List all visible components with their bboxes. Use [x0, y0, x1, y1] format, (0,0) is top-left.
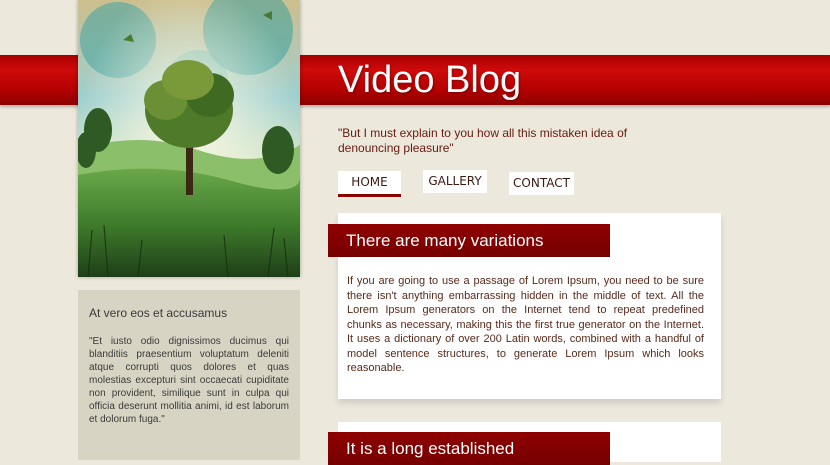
sidebar-box: At vero eos et accusamus "Et iusto odio …	[78, 290, 300, 460]
nav-home[interactable]: HOME	[338, 171, 401, 197]
nav-contact[interactable]: CONTACT	[509, 172, 574, 195]
sidebar-text: "Et iusto odio dignissimos ducimus qui b…	[89, 336, 289, 425]
post-title[interactable]: There are many variations	[328, 224, 610, 257]
tree-landscape-illustration	[78, 0, 300, 277]
tagline: "But I must explain to you how all this …	[338, 126, 628, 155]
nav-gallery[interactable]: GALLERY	[423, 170, 487, 193]
sidebar-title: At vero eos et accusamus	[89, 306, 228, 320]
post-body: If you are going to use a passage of Lor…	[347, 275, 704, 374]
site-title: Video Blog	[338, 59, 522, 101]
post-title[interactable]: It is a long established	[328, 432, 610, 465]
hero-tree-image	[78, 0, 300, 277]
